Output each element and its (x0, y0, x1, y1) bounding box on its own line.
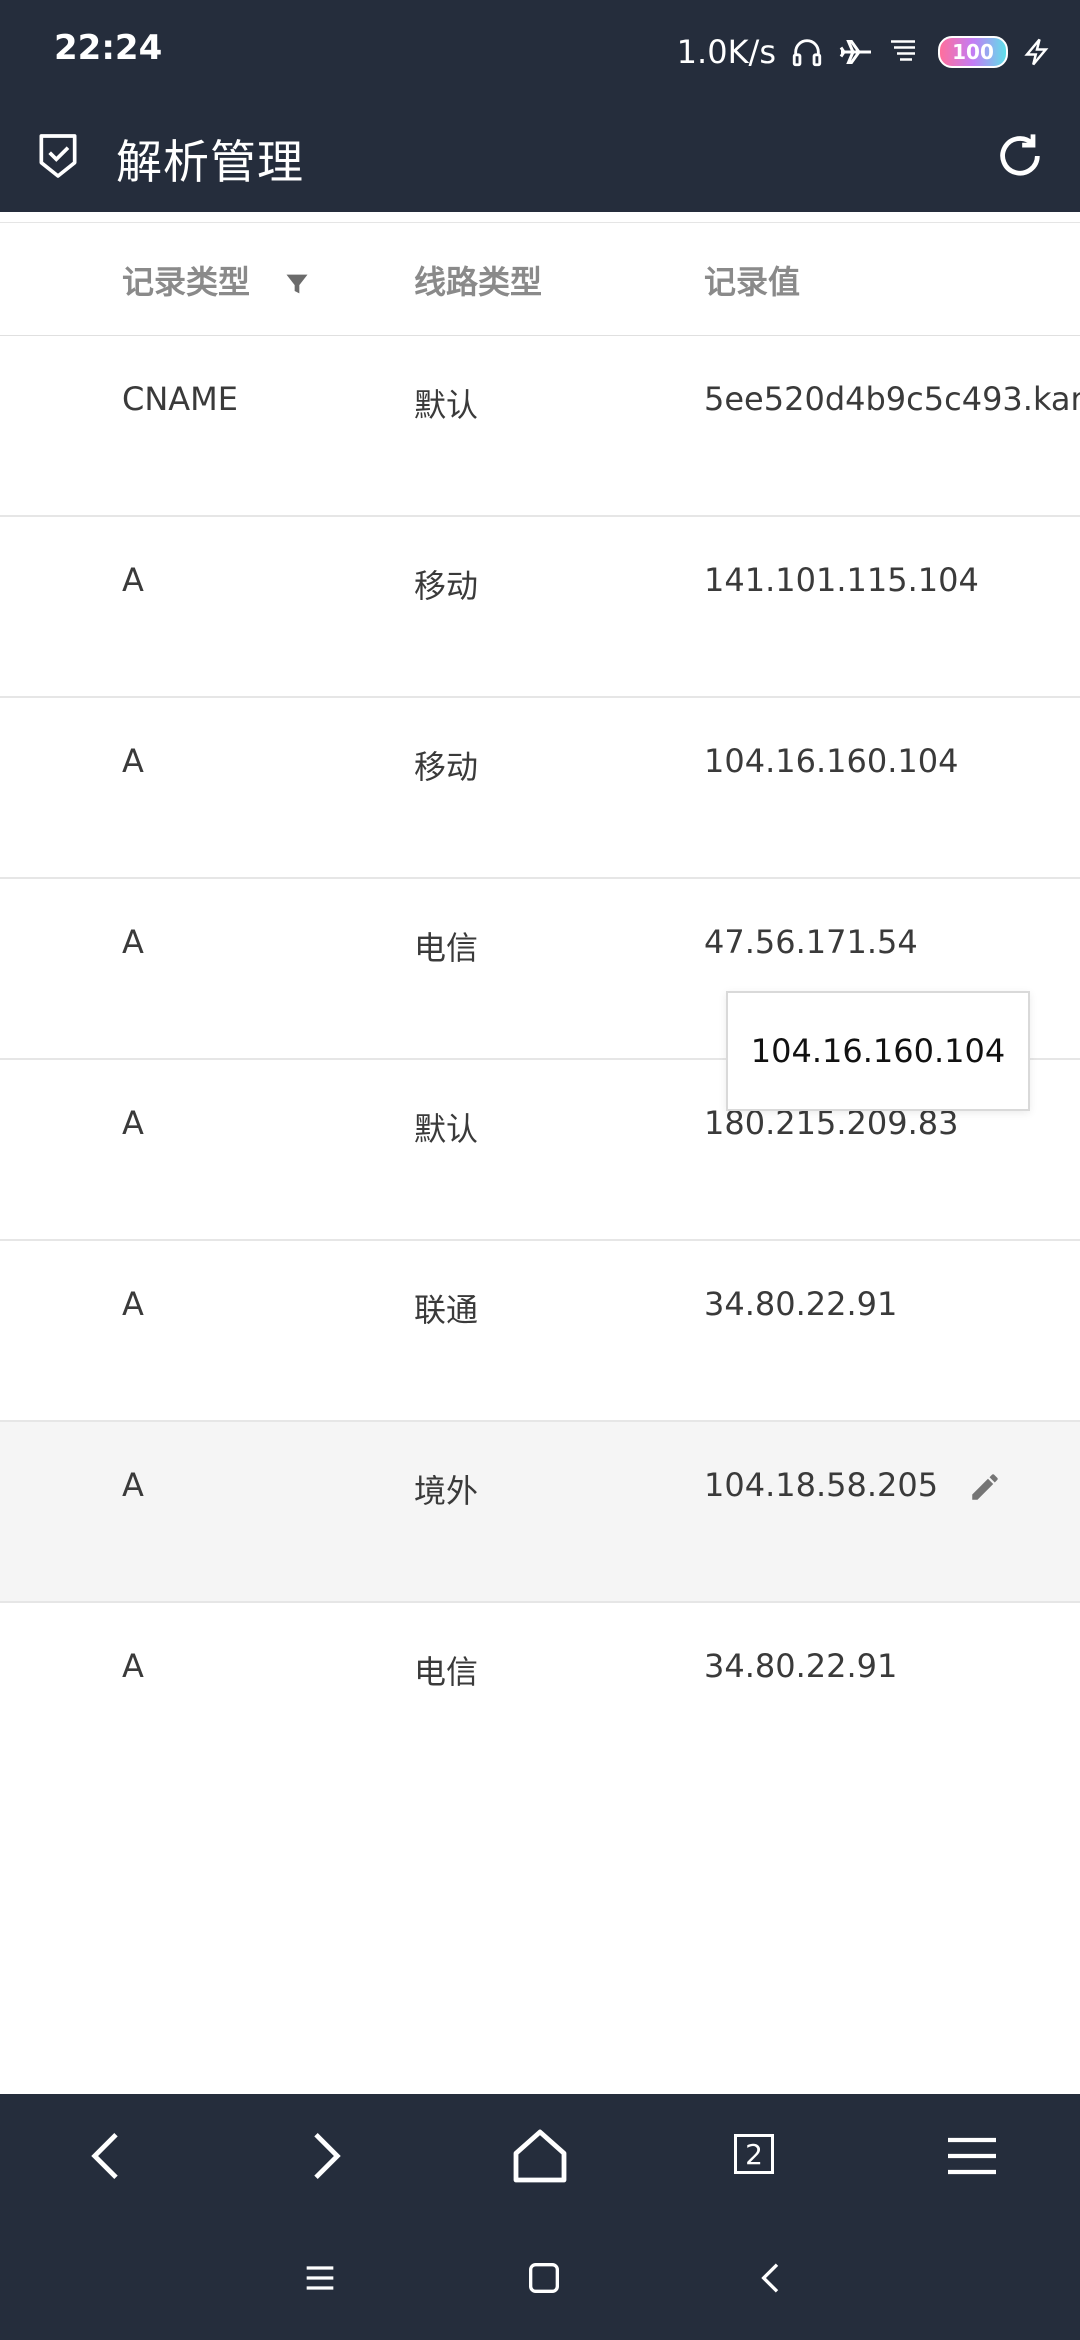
forward-icon[interactable] (292, 2124, 356, 2188)
column-header-label: 记录类型 (122, 263, 251, 301)
tabs-button[interactable]: 2 (724, 2124, 788, 2188)
cell-record-value: 34.80.22.91 (704, 1647, 898, 1685)
cell-line-type: 移动 (414, 567, 479, 605)
system-nav-bar (0, 2218, 1080, 2340)
browser-toolbar: 2 (0, 2094, 1080, 2218)
cell-line-type: 默认 (414, 1110, 479, 1148)
cell-record-value: 5ee520d4b9c5c493.kanc (704, 380, 1080, 418)
headset-icon (792, 39, 822, 67)
table-header: 记录类型 线路类型 记录值 (0, 223, 1080, 337)
system-back-icon[interactable] (752, 2258, 792, 2298)
status-bar: 22:24 1.0K/s 100 (0, 0, 1080, 100)
back-icon[interactable] (76, 2124, 140, 2188)
app-bar: 解析管理 (0, 100, 1080, 212)
cell-record-type: A (122, 1104, 144, 1142)
cell-line-type: 联通 (414, 1291, 479, 1329)
cell-record-type: A (122, 1647, 144, 1685)
table-row[interactable]: A 移动 141.101.115.104 (0, 517, 1080, 698)
column-header-line-type: 线路类型 (414, 263, 543, 301)
cell-record-type: A (122, 923, 144, 961)
charging-icon (1024, 38, 1049, 66)
cell-line-type: 电信 (414, 929, 479, 967)
value-tooltip: 104.16.160.104 (726, 991, 1030, 1111)
cell-record-value: 104.16.160.104 (704, 742, 959, 780)
tab-count-icon: 2 (734, 2134, 774, 2174)
cell-record-value: 104.18.58.205 (704, 1466, 1002, 1504)
edit-pencil-icon[interactable] (968, 1470, 1002, 1504)
table-row[interactable]: A 联通 34.80.22.91 (0, 1241, 1080, 1422)
cell-record-value: 47.56.171.54 (704, 923, 918, 961)
table-row[interactable]: A 电信 34.80.22.91 (0, 1603, 1080, 1782)
table-row[interactable]: A 移动 104.16.160.104 (0, 698, 1080, 879)
cell-record-type: CNAME (122, 380, 238, 418)
airplane-mode-icon (839, 40, 871, 64)
filter-icon[interactable] (283, 270, 311, 298)
cell-line-type: 默认 (414, 386, 479, 424)
menu-icon[interactable] (940, 2124, 1004, 2188)
net-speed: 1.0K/s (676, 33, 776, 71)
data-saver-icon (891, 40, 915, 61)
cell-record-value: 34.80.22.91 (704, 1285, 898, 1323)
table-row[interactable]: CNAME 默认 5ee520d4b9c5c493.kanc (0, 336, 1080, 517)
recent-apps-icon[interactable] (300, 2258, 340, 2298)
refresh-icon[interactable] (994, 130, 1046, 182)
status-time: 22:24 (54, 28, 163, 68)
status-icons: 1.0K/s 100 (677, 30, 1052, 74)
table-row[interactable]: A 境外 104.18.58.205 (0, 1422, 1080, 1603)
cell-line-type: 移动 (414, 748, 479, 786)
cell-record-type: A (122, 561, 144, 599)
system-home-icon[interactable] (524, 2258, 564, 2298)
column-header-record-type[interactable]: 记录类型 (122, 257, 311, 303)
cell-line-type: 电信 (414, 1653, 479, 1691)
shield-check-icon[interactable] (38, 132, 78, 180)
cell-record-value: 141.101.115.104 (704, 561, 979, 599)
cell-line-type: 境外 (414, 1472, 479, 1510)
battery-icon: 100 (938, 36, 1008, 68)
cell-record-type: A (122, 1466, 144, 1504)
page-title: 解析管理 (116, 135, 304, 189)
dns-record-table: 记录类型 线路类型 记录值 CNAME 默认 5ee520d4b9c5c493.… (0, 222, 1080, 2095)
home-icon[interactable] (508, 2124, 572, 2188)
column-header-record-value: 记录值 (704, 263, 801, 301)
cell-record-type: A (122, 1285, 144, 1323)
cell-record-type: A (122, 742, 144, 780)
cell-record-value-text: 104.18.58.205 (704, 1466, 939, 1504)
